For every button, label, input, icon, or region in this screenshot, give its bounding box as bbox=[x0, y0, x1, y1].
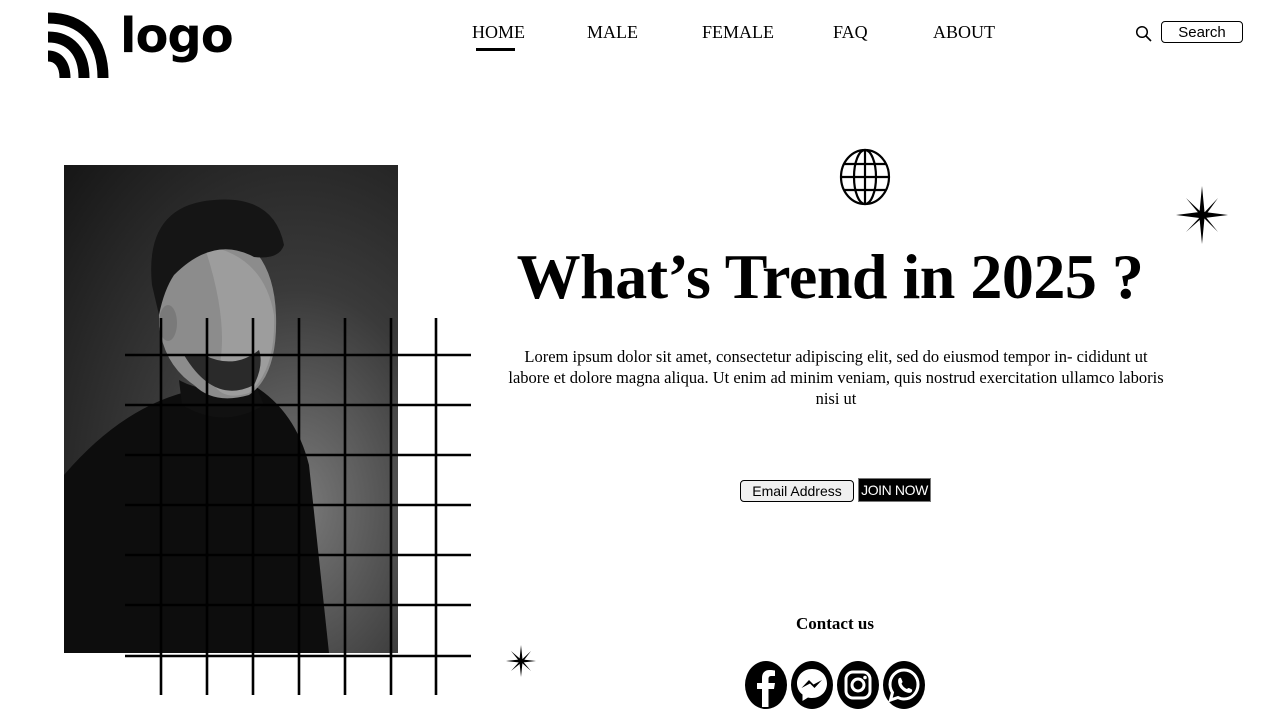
globe-icon bbox=[838, 148, 892, 206]
logo-text: logo bbox=[120, 8, 234, 64]
join-now-button[interactable]: JOIN NOW bbox=[858, 478, 931, 502]
contact-title: Contact us bbox=[796, 614, 874, 633]
nav-item-about[interactable]: ABOUT bbox=[933, 22, 995, 43]
search-button[interactable]: Search bbox=[1161, 21, 1243, 43]
nav-item-male[interactable]: MALE bbox=[587, 22, 638, 43]
email-field[interactable] bbox=[740, 480, 854, 502]
facebook-icon[interactable] bbox=[744, 660, 788, 710]
search-icon[interactable] bbox=[1135, 25, 1153, 43]
nav-item-female[interactable]: FEMALE bbox=[702, 22, 774, 43]
nav-item-faq[interactable]: FAQ bbox=[833, 22, 868, 43]
hero-body-text: Lorem ipsum dolor sit amet, consectetur … bbox=[508, 347, 1164, 408]
whatsapp-icon[interactable] bbox=[882, 660, 926, 710]
messenger-icon[interactable] bbox=[790, 660, 834, 710]
instagram-icon[interactable] bbox=[836, 660, 880, 710]
hero-image bbox=[64, 165, 398, 653]
logo[interactable]: logo bbox=[46, 8, 234, 80]
sparkle-small-icon bbox=[506, 645, 536, 677]
hero-title: What’s Trend in 2025 ? bbox=[516, 241, 1144, 312]
nav-item-home[interactable]: HOME bbox=[472, 22, 525, 51]
sparkle-icon bbox=[1176, 186, 1228, 244]
logo-mark-icon bbox=[47, 12, 109, 79]
